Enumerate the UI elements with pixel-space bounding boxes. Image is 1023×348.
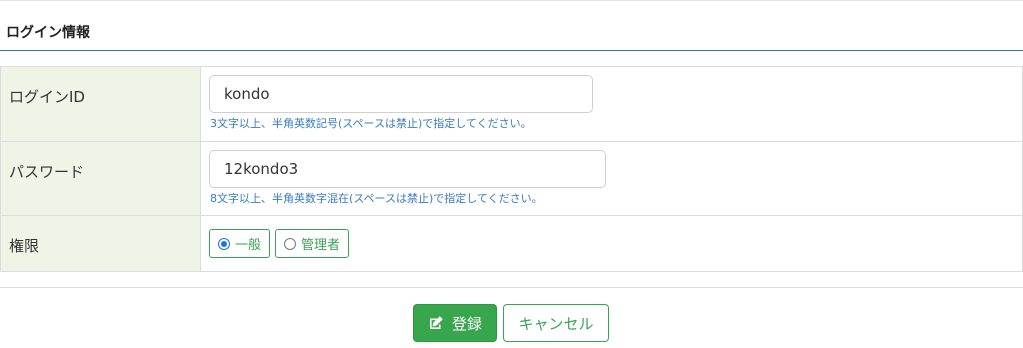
cancel-button-label: キャンセル [518, 314, 594, 333]
submit-button-label: 登録 [451, 314, 482, 333]
role-cell: 一般 管理者 [200, 215, 1023, 272]
cancel-button[interactable]: キャンセル [503, 304, 609, 342]
role-option-general[interactable]: 一般 [209, 229, 271, 258]
radio-checked-icon[interactable] [218, 237, 230, 250]
role-option-general-label: 一般 [235, 238, 262, 253]
login-id-input[interactable] [209, 75, 593, 113]
role-option-admin-label: 管理者 [301, 238, 341, 253]
login-form-table: ログインID 3文字以上、半角英数記号(スペースは禁止)で指定してください。 パ… [0, 66, 1023, 272]
section-title: ログイン情報 [6, 25, 90, 41]
submit-button[interactable]: 登録 [413, 304, 497, 342]
password-hint: 8文字以上、半角英数字混在(スペースは禁止)で指定してください。 [210, 192, 543, 205]
password-input[interactable] [209, 150, 606, 188]
login-id-cell: 3文字以上、半角英数記号(スペースは禁止)で指定してください。 [200, 66, 1023, 142]
section-title-rule [0, 50, 1023, 51]
top-divider [0, 0, 1023, 1]
edit-icon [429, 316, 443, 329]
login-id-hint: 3文字以上、半角英数記号(スペースは禁止)で指定してください。 [210, 117, 532, 130]
login-id-label: ログインID [0, 66, 201, 142]
form-row-role: 権限 一般 管理者 [0, 215, 1023, 272]
form-row-login-id: ログインID 3文字以上、半角英数記号(スペースは禁止)で指定してください。 [0, 66, 1023, 142]
role-option-admin[interactable]: 管理者 [275, 229, 350, 258]
password-cell: 8文字以上、半角英数字混在(スペースは禁止)で指定してください。 [200, 141, 1023, 216]
password-label: パスワード [0, 141, 201, 216]
footer-divider [0, 287, 1023, 288]
role-radio-group: 一般 管理者 [209, 229, 1022, 258]
form-row-password: パスワード 8文字以上、半角英数字混在(スペースは禁止)で指定してください。 [0, 141, 1023, 216]
radio-unchecked-icon[interactable] [284, 237, 297, 250]
role-label: 権限 [0, 215, 201, 272]
